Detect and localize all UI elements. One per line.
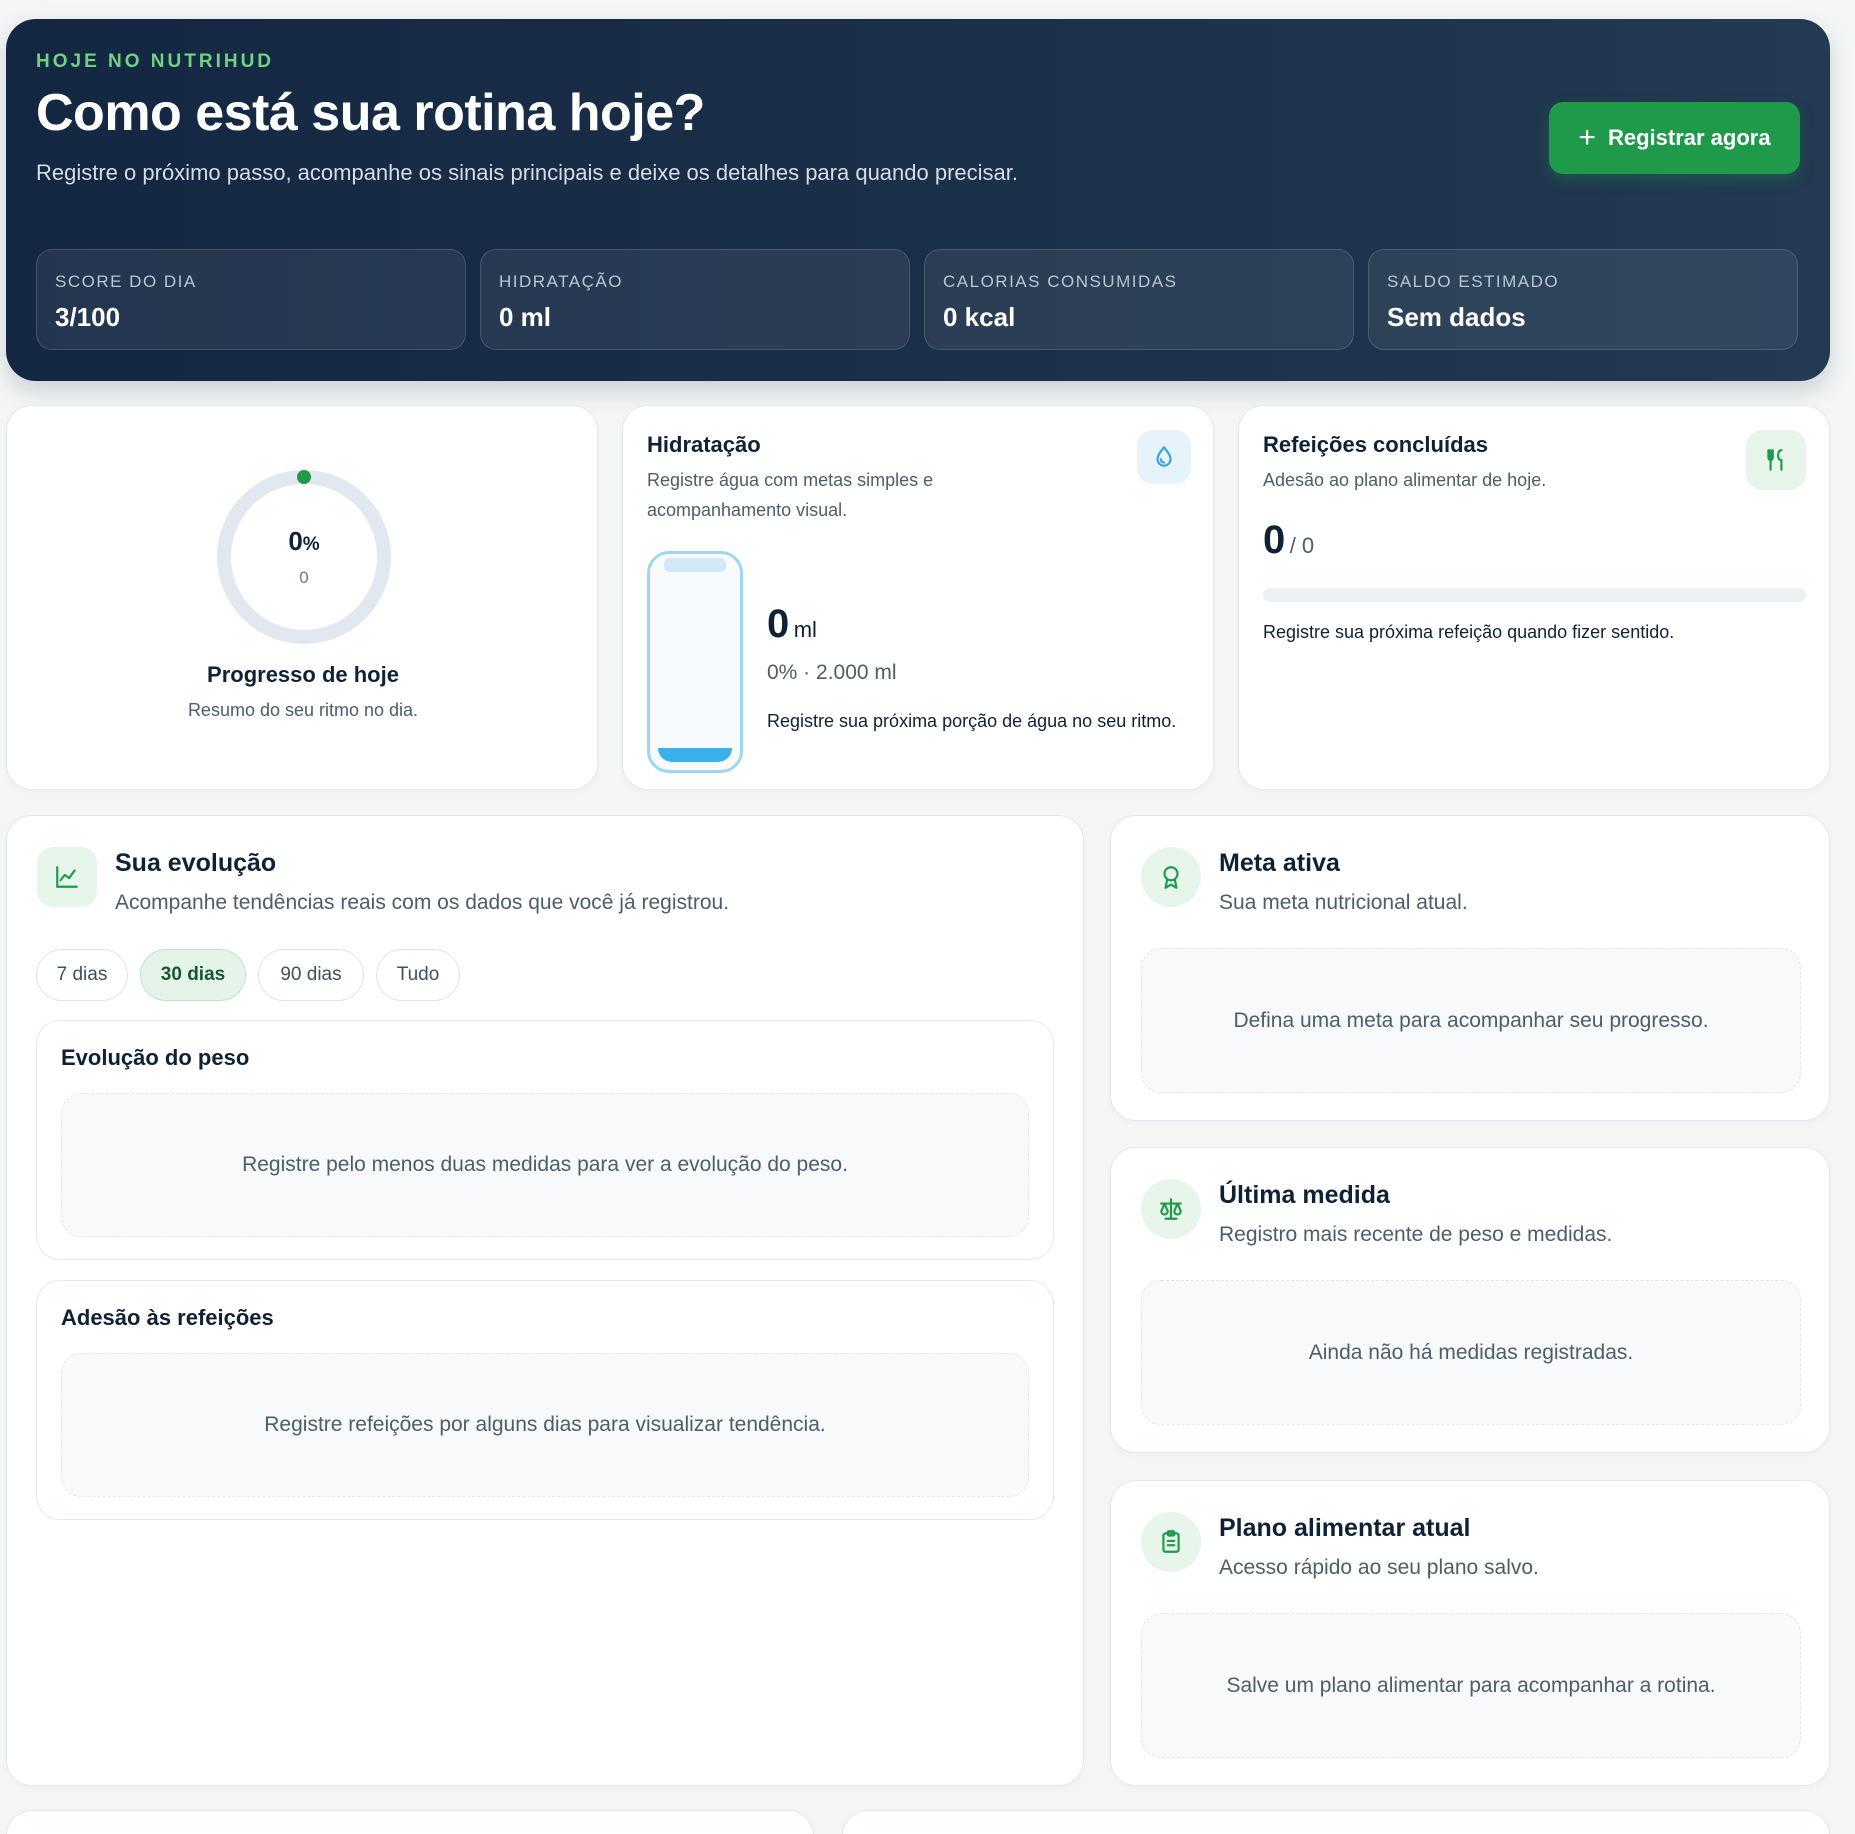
progress-subtitle: Resumo do seu ritmo no dia. [187, 700, 419, 720]
bottom-card-right [842, 1810, 1830, 1834]
water-detail: 0% · 2.000 ml [767, 661, 897, 684]
scale-icon [1141, 1179, 1201, 1239]
stat-value: 0 ml [499, 302, 552, 332]
water-amount: 0 [767, 602, 790, 646]
goal-title: Meta ativa [1219, 849, 1340, 877]
plan-empty-state: Salve um plano alimentar para acompanhar… [1141, 1613, 1801, 1758]
weight-evolution-panel: Evolução do peso Registre pelo menos dua… [36, 1020, 1054, 1260]
measure-empty-state: Ainda não há medidas registradas. [1141, 1280, 1801, 1425]
range-30-days[interactable]: 30 dias [140, 949, 246, 1001]
stat-hydration: HIDRATAÇÃO 0 ml [480, 249, 910, 350]
stat-score: SCORE DO DIA 3/100 [36, 249, 466, 350]
stat-label: CALORIAS CONSUMIDAS [943, 272, 1178, 291]
stat-balance: SALDO ESTIMADO Sem dados [1368, 249, 1798, 350]
progress-card: 0% 0 Progresso de hoje Resumo do seu rit… [6, 405, 598, 790]
meals-subtitle: Adesão ao plano alimentar de hoje. [1263, 470, 1547, 490]
stat-value: 3/100 [55, 302, 121, 332]
register-now-button[interactable]: + Registrar agora [1549, 102, 1800, 174]
bottle-cap [664, 558, 726, 572]
adherence-title: Adesão às refeições [61, 1305, 274, 1330]
meals-done: 0 [1263, 518, 1286, 562]
weight-evolution-title: Evolução do peso [61, 1045, 250, 1070]
hero-eyebrow: HOJE NO NUTRIHUD [36, 51, 275, 72]
range-all[interactable]: Tudo [376, 949, 460, 1001]
bottom-card-left [6, 1810, 814, 1834]
meals-hint: Registre sua próxima refeição quando fiz… [1263, 622, 1675, 642]
progress-percent: 0 [288, 526, 303, 556]
hero-subtitle: Registre o próximo passo, acompanhe os s… [36, 160, 1019, 185]
award-icon [1141, 847, 1201, 907]
water-hint: Registre sua próxima porção de água no s… [767, 711, 1177, 731]
range-7-days[interactable]: 7 dias [36, 949, 128, 1001]
line-chart-icon [37, 847, 97, 907]
stat-label: HIDRATAÇÃO [499, 272, 623, 291]
droplet-icon [1137, 430, 1191, 484]
weight-empty-state: Registre pelo menos duas medidas para ve… [61, 1093, 1029, 1237]
register-now-label: Registrar agora [1607, 125, 1771, 150]
goal-subtitle: Sua meta nutricional atual. [1219, 891, 1468, 914]
evolution-title: Sua evolução [115, 849, 277, 877]
progress-ring [217, 470, 391, 644]
meals-title: Refeições concluídas [1263, 432, 1488, 457]
hero-banner: HOJE NO NUTRIHUD Como está sua rotina ho… [6, 19, 1830, 381]
water-bottle [647, 551, 743, 773]
evolution-subtitle: Acompanhe tendências reais com os dados … [115, 891, 730, 914]
range-90-days[interactable]: 90 dias [258, 949, 364, 1001]
stat-label: SCORE DO DIA [55, 272, 197, 291]
hydration-subtitle: Registre água com metas simples e acompa… [647, 470, 934, 520]
progress-percent-unit: % [302, 534, 320, 555]
hydration-title: Hidratação [647, 432, 761, 457]
water-fill [658, 748, 732, 762]
page-title: Como está sua rotina hoje? [36, 84, 705, 142]
hydration-card: Hidratação Registre água com metas simpl… [622, 405, 1214, 790]
measure-subtitle: Registro mais recente de peso e medidas. [1219, 1223, 1613, 1246]
meals-total: / 0 [1289, 533, 1315, 558]
clipboard-icon [1141, 1512, 1201, 1572]
measure-title: Última medida [1219, 1181, 1390, 1209]
meals-progress-bar [1263, 588, 1806, 602]
water-unit: ml [793, 617, 817, 642]
progress-count: 0 [299, 568, 309, 587]
plus-icon: + [1578, 121, 1596, 154]
plan-title: Plano alimentar atual [1219, 1514, 1471, 1542]
progress-title: Progresso de hoje [207, 662, 399, 687]
plan-subtitle: Acesso rápido ao seu plano salvo. [1219, 1556, 1539, 1579]
stat-label: SALDO ESTIMADO [1387, 272, 1560, 291]
goal-empty-state: Defina uma meta para acompanhar seu prog… [1141, 948, 1801, 1093]
meals-card: Refeições concluídas Adesão ao plano ali… [1238, 405, 1830, 790]
adherence-panel: Adesão às refeições Registre refeições p… [36, 1280, 1054, 1520]
adherence-empty-state: Registre refeições por alguns dias para … [61, 1353, 1029, 1497]
stat-value: Sem dados [1387, 302, 1526, 332]
meal-plan-card: Plano alimentar atual Acesso rápido ao s… [1110, 1480, 1830, 1786]
goal-card: Meta ativa Sua meta nutricional atual. D… [1110, 815, 1830, 1121]
utensils-icon [1746, 430, 1806, 490]
last-measure-card: Última medida Registro mais recente de p… [1110, 1147, 1830, 1453]
stat-calories: CALORIAS CONSUMIDAS 0 kcal [924, 249, 1354, 350]
stat-value: 0 kcal [943, 302, 1016, 332]
